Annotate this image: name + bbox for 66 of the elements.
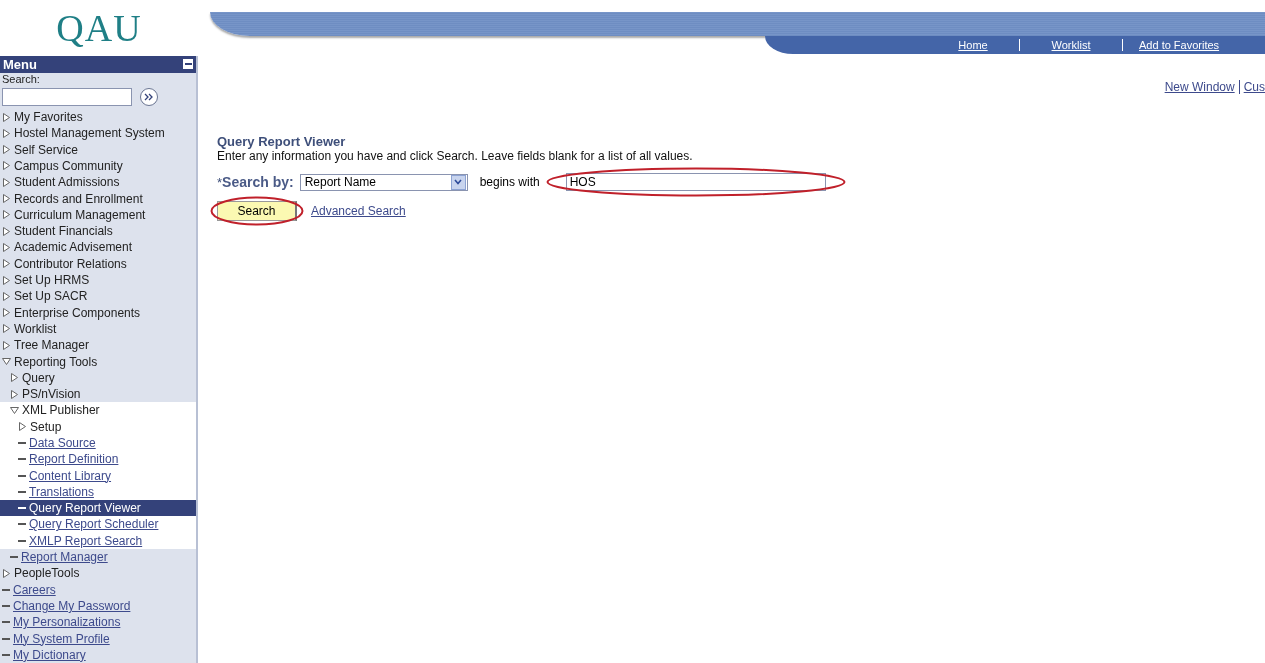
caret-icon xyxy=(450,174,466,190)
search-label: Search: xyxy=(1,72,40,85)
collapse-icon[interactable] xyxy=(183,59,193,70)
dash-icon xyxy=(18,474,26,477)
triangle-down-icon xyxy=(10,405,19,415)
dash-icon xyxy=(2,621,10,624)
menu-item[interactable]: Curriculum Management xyxy=(0,206,196,223)
menu-item[interactable]: Academic Advisement xyxy=(0,239,196,256)
menu-item[interactable]: Query xyxy=(0,369,196,386)
dash-icon xyxy=(18,490,26,493)
value-field[interactable]: HOS xyxy=(565,173,826,191)
double-chevron-icon xyxy=(144,92,154,101)
menu-search-field[interactable] xyxy=(2,87,132,106)
menu-item[interactable]: Tree Manager xyxy=(0,337,196,354)
menu-item[interactable]: PS/nVision xyxy=(0,385,196,403)
menu-item[interactable]: XML Publisher xyxy=(0,402,196,419)
dash-icon xyxy=(2,604,10,607)
menu-item[interactable]: PeopleTools xyxy=(0,565,196,582)
search-by-dropdown[interactable]: Report Name xyxy=(299,173,468,191)
menu-item[interactable]: Report Manager xyxy=(0,548,196,566)
page-link[interactable]: Cus xyxy=(1243,80,1265,94)
dash-icon xyxy=(18,539,26,542)
triangle-right-icon xyxy=(18,422,27,432)
dash-icon xyxy=(2,637,10,640)
menu-item[interactable]: Reporting Tools xyxy=(0,353,196,370)
required-mark: * xyxy=(217,174,223,190)
menu-item[interactable]: Hostel Management System xyxy=(0,125,196,142)
search-by-label: Search by: xyxy=(222,174,294,190)
menu-item[interactable]: Set Up SACR xyxy=(0,288,196,305)
operator-label: begins with xyxy=(479,175,540,189)
menu-item[interactable]: My Dictionary xyxy=(0,646,196,663)
dash-icon xyxy=(2,588,10,591)
menu-item[interactable]: Careers xyxy=(0,581,196,598)
go-button[interactable] xyxy=(140,87,158,106)
nav-link[interactable]: Home xyxy=(927,39,1019,51)
dash-icon xyxy=(18,442,26,444)
nav-link[interactable]: Add to Favorites xyxy=(1122,39,1265,51)
menu-item[interactable]: Query Report Viewer xyxy=(0,500,196,517)
dash-icon xyxy=(2,653,10,656)
menu-item[interactable]: Change My Password xyxy=(0,597,196,615)
advanced-search-link[interactable]: Advanced Search xyxy=(311,204,406,218)
menu-item[interactable]: Records and Enrollment xyxy=(0,190,196,207)
dash-icon xyxy=(18,523,26,526)
triangle-right-icon xyxy=(2,568,11,578)
menu-item[interactable]: Worklist xyxy=(0,320,196,338)
page-link[interactable]: New Window xyxy=(1164,80,1235,94)
menu-item[interactable]: Self Service xyxy=(0,141,196,158)
dash-icon xyxy=(10,556,18,559)
triangle-down-icon xyxy=(2,357,11,366)
menu-item[interactable]: My System Profile xyxy=(0,630,196,647)
dash-icon xyxy=(18,458,26,461)
dash-icon xyxy=(18,507,26,510)
menu-item[interactable]: Set Up HRMS xyxy=(0,271,196,289)
search-button[interactable]: Search xyxy=(217,201,297,221)
logo: QAU xyxy=(55,5,143,51)
menu-item[interactable]: Student Admissions xyxy=(0,174,196,191)
menu-item[interactable]: Enterprise Components xyxy=(0,304,196,321)
menu-item[interactable]: My Personalizations xyxy=(0,614,196,631)
nav-link[interactable]: Worklist xyxy=(1019,39,1122,51)
page-title: Query Report Viewer xyxy=(217,134,347,149)
instructions: Enter any information you have and click Search. Leave fields blank for a list of all values. xyxy=(217,149,694,163)
menu-header: Menu xyxy=(0,55,196,73)
menu-item[interactable]: My Favorites xyxy=(0,108,196,126)
menu-item[interactable]: Contributor Relations xyxy=(0,255,196,272)
menu-item[interactable]: Student Financials xyxy=(0,223,196,240)
menu-item[interactable]: Campus Community xyxy=(0,157,196,175)
